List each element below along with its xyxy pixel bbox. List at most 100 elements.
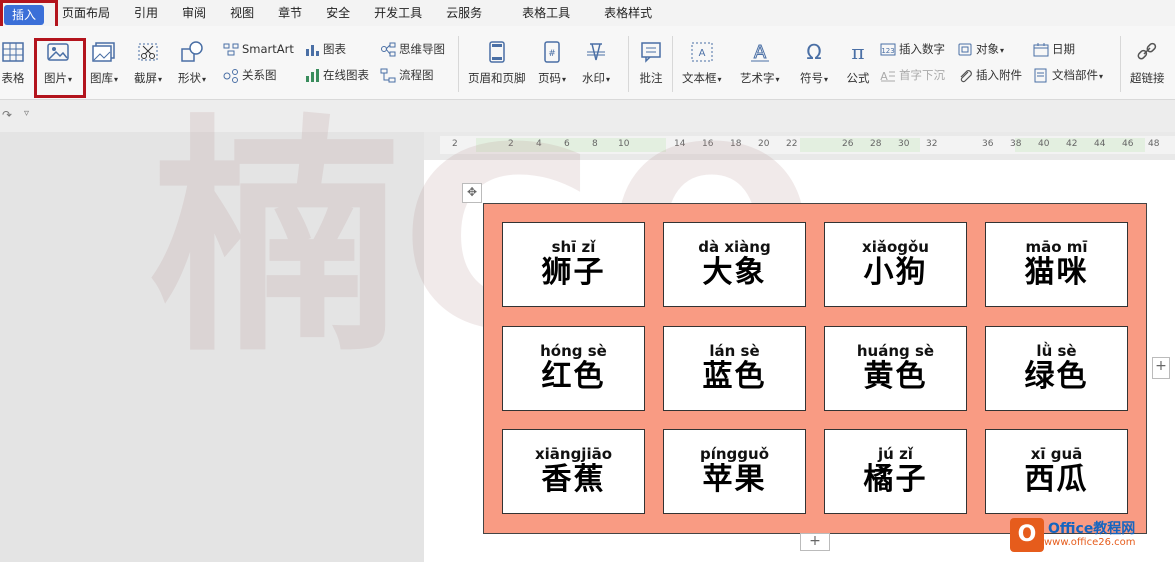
tab-security[interactable]: 安全 xyxy=(314,0,362,26)
tab-references[interactable]: 引用 xyxy=(122,0,170,26)
table-icon xyxy=(0,40,26,64)
insert-number-button[interactable]: 123 插入数字 xyxy=(880,40,945,58)
screenshot-button[interactable]: 截屏▾ xyxy=(134,40,162,86)
ruler-label: 2 xyxy=(508,139,514,149)
redo-icon[interactable]: ↷ xyxy=(2,108,12,122)
wordart-label: 艺术字 xyxy=(740,71,775,85)
textbox-label: 文本框 xyxy=(682,71,717,85)
flowchart-icon xyxy=(380,68,396,83)
online-chart-button[interactable]: 在线图表 xyxy=(304,66,369,84)
tab-section[interactable]: 章节 xyxy=(266,0,314,26)
gallery-label: 图库 xyxy=(90,71,113,85)
doc-parts-icon xyxy=(1033,68,1049,83)
link-icon xyxy=(1134,40,1160,64)
watermark-icon xyxy=(583,40,609,64)
wordart-button[interactable]: A 艺术字▾ xyxy=(740,40,780,86)
object-label: 对象 xyxy=(976,42,999,56)
ribbon: 表格 图片▾ 图库▾ 截屏▾ 形状▾ SmartArt 关系图 图表 在线图表 … xyxy=(0,26,1175,100)
tab-view[interactable]: 视图 xyxy=(218,0,266,26)
highlight-picture-button xyxy=(34,38,86,98)
tab-table-tools[interactable]: 表格工具 xyxy=(510,0,582,26)
date-button[interactable]: 日期 xyxy=(1033,40,1075,58)
pinyin-text: lán sè xyxy=(709,342,760,360)
table-button[interactable]: 表格 xyxy=(0,40,26,86)
divider xyxy=(628,36,629,92)
doc-parts-button[interactable]: 文档部件▾ xyxy=(1033,66,1103,84)
svg-text:Ω: Ω xyxy=(806,40,821,64)
table-move-handle[interactable]: ✥ xyxy=(462,183,482,203)
customize-dropdown-icon[interactable]: ▿ xyxy=(24,108,29,119)
attachment-label: 插入附件 xyxy=(976,68,1022,82)
textbox-button[interactable]: A 文本框▾ xyxy=(682,40,722,86)
object-button[interactable]: 对象▾ xyxy=(957,40,1004,58)
screenshot-label: 截屏 xyxy=(134,71,157,85)
logo-name: Office教程网 xyxy=(1048,521,1136,537)
hanzi-text: 黄色 xyxy=(863,359,928,394)
ruler-label: 28 xyxy=(870,139,882,149)
table-cell[interactable]: huáng sè 黄色 xyxy=(824,326,967,411)
table-cell[interactable]: xiǎogǒu 小狗 xyxy=(824,222,967,307)
shapes-label: 形状 xyxy=(178,71,201,85)
table-cell[interactable]: dà xiàng 大象 xyxy=(663,222,806,307)
chart-button[interactable]: 图表 xyxy=(304,40,346,58)
chart-label: 图表 xyxy=(323,42,346,56)
tab-page-layout[interactable]: 页面布局 xyxy=(50,0,122,26)
add-row-button[interactable]: + xyxy=(800,533,830,551)
svg-text:123: 123 xyxy=(881,47,894,55)
watermark-button[interactable]: 水印▾ xyxy=(582,40,610,86)
smartart-button[interactable]: SmartArt xyxy=(223,40,294,58)
drop-cap-button[interactable]: A 首字下沉 xyxy=(880,66,945,84)
header-footer-button[interactable]: 页眉和页脚 xyxy=(468,40,526,86)
ruler-label: 26 xyxy=(842,139,854,149)
add-column-button[interactable]: + xyxy=(1152,357,1170,379)
pinyin-text: hóng sè xyxy=(540,342,607,360)
hyperlink-button[interactable]: 超链接 xyxy=(1130,40,1165,86)
relation-button[interactable]: 关系图 xyxy=(223,66,277,84)
object-icon xyxy=(957,42,973,57)
wordart-icon: A xyxy=(747,40,773,64)
flowchart-button[interactable]: 流程图 xyxy=(380,66,434,84)
word-card-table[interactable]: shī zǐ 狮子 dà xiàng 大象 xiǎogǒu 小狗 māo mī … xyxy=(483,203,1147,534)
symbol-label: 符号 xyxy=(800,71,823,85)
table-cell[interactable]: lǜ sè 绿色 xyxy=(985,326,1128,411)
tab-review[interactable]: 审阅 xyxy=(170,0,218,26)
pinyin-text: jú zǐ xyxy=(878,445,913,463)
formula-button[interactable]: π 公式 xyxy=(845,40,871,86)
pinyin-text: píngguǒ xyxy=(699,445,770,463)
table-cell[interactable]: xī guā 西瓜 xyxy=(985,429,1128,514)
attachment-button[interactable]: 插入附件 xyxy=(957,66,1022,84)
site-logo: O Office教程网 www.office26.com xyxy=(1010,515,1170,555)
tab-cloud[interactable]: 云服务 xyxy=(434,0,494,26)
ruler-label: 30 xyxy=(898,139,910,149)
table-cell[interactable]: xiāngjiāo 香蕉 xyxy=(502,429,645,514)
doc-parts-label: 文档部件 xyxy=(1052,68,1098,82)
table-cell[interactable]: jú zǐ 橘子 xyxy=(824,429,967,514)
calendar-icon xyxy=(1033,42,1049,57)
comment-button[interactable]: 批注 xyxy=(638,40,664,86)
page-number-button[interactable]: # 页码▾ xyxy=(538,40,566,86)
date-label: 日期 xyxy=(1052,42,1075,56)
relation-icon xyxy=(223,68,239,83)
hanzi-text: 西瓜 xyxy=(1024,462,1089,497)
hanzi-text: 绿色 xyxy=(1024,359,1089,394)
pinyin-text: shī zǐ xyxy=(551,238,596,256)
page-number-label: 页码 xyxy=(538,71,561,85)
table-cell[interactable]: māo mī 猫咪 xyxy=(985,222,1128,307)
shapes-button[interactable]: 形状▾ xyxy=(178,40,206,86)
table-cell[interactable]: píngguǒ 苹果 xyxy=(663,429,806,514)
tab-developer[interactable]: 开发工具 xyxy=(362,0,434,26)
comment-label: 批注 xyxy=(639,71,663,85)
tab-table-style[interactable]: 表格样式 xyxy=(592,0,664,26)
quick-access-bar: ↷ ▿ xyxy=(0,100,1175,132)
horizontal-ruler[interactable]: 2 2 4 6 8 10 14 16 18 20 22 26 28 30 32 … xyxy=(440,136,1175,154)
svg-text:#: # xyxy=(548,49,556,59)
ruler-label: 8 xyxy=(592,139,598,149)
table-cell[interactable]: lán sè 蓝色 xyxy=(663,326,806,411)
table-cell[interactable]: hóng sè 红色 xyxy=(502,326,645,411)
table-cell[interactable]: shī zǐ 狮子 xyxy=(502,222,645,307)
mindmap-button[interactable]: 思维导图 xyxy=(380,40,445,58)
symbol-button[interactable]: Ω 符号▾ xyxy=(800,40,828,86)
svg-text:A: A xyxy=(698,48,705,59)
gallery-button[interactable]: 图库▾ xyxy=(90,40,118,86)
watermark-label: 水印 xyxy=(582,71,605,85)
